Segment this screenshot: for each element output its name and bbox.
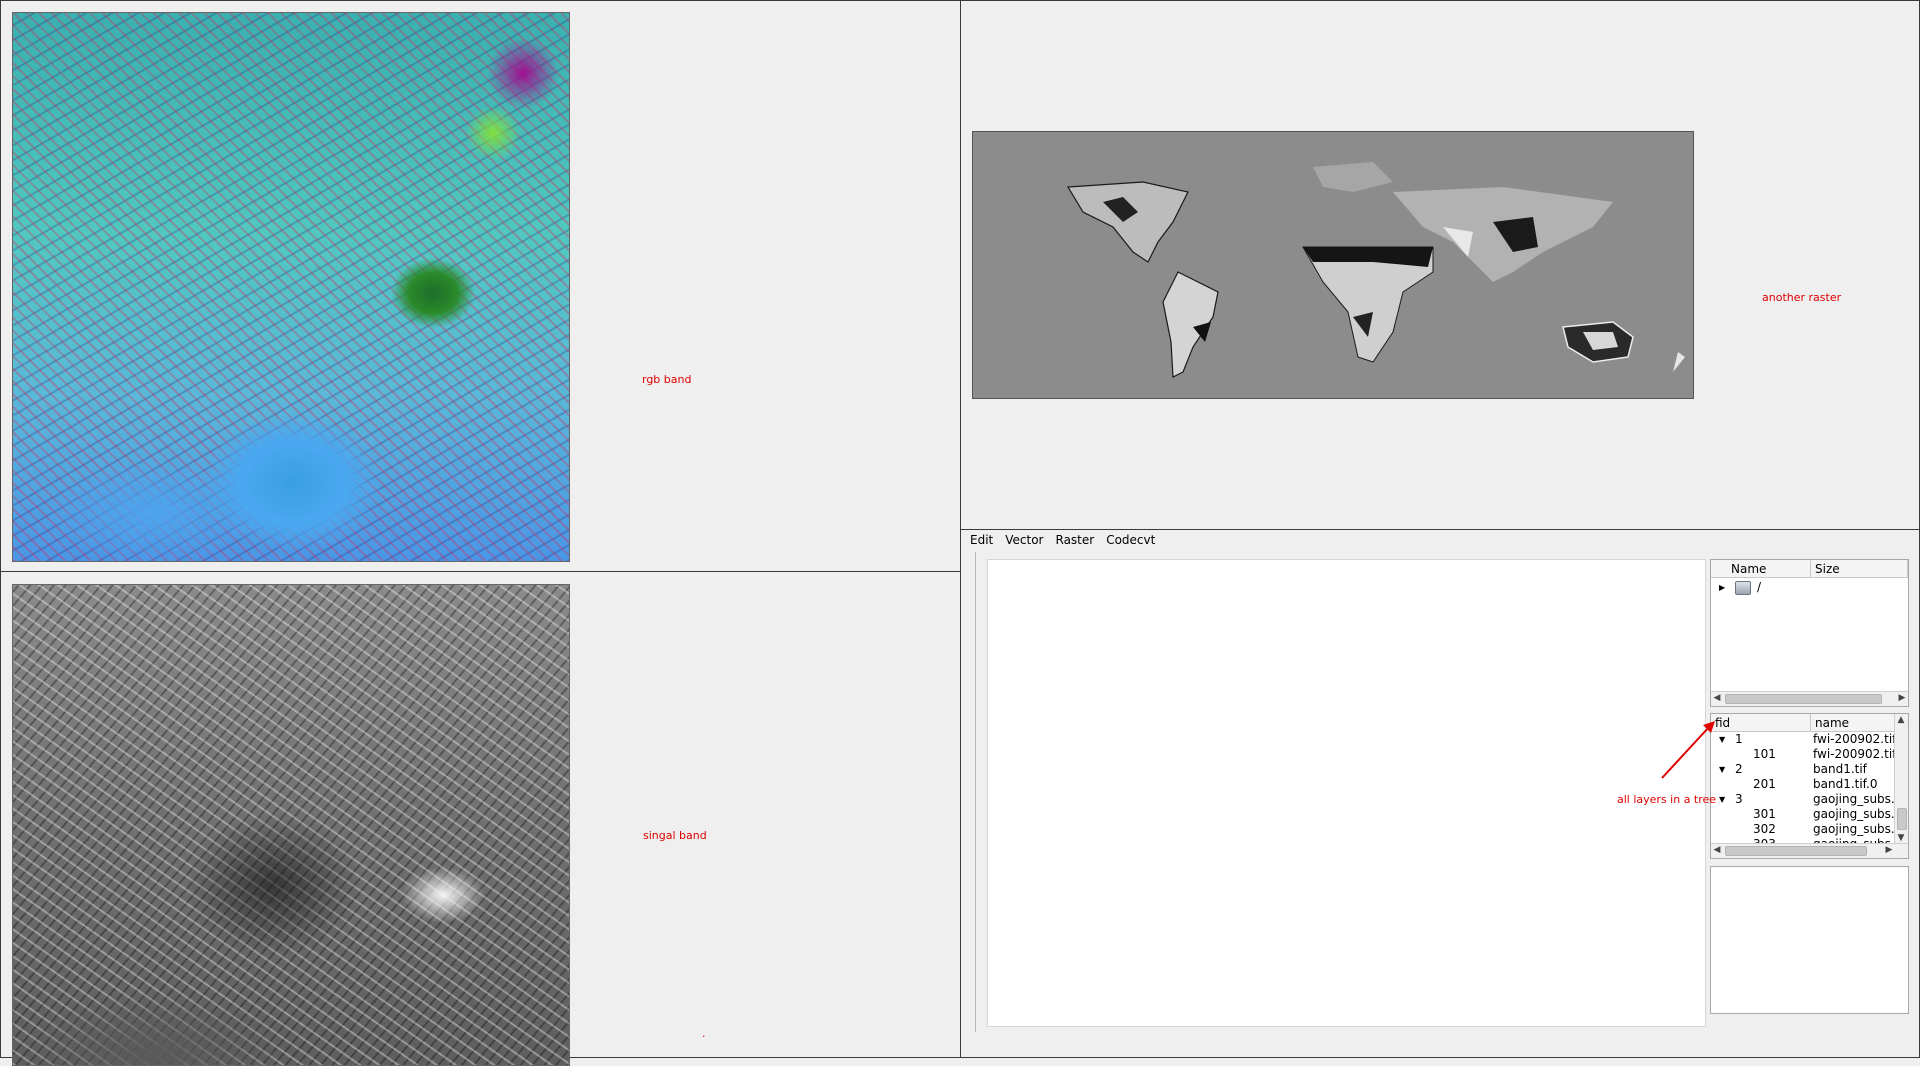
layer-tree-body: ▼ 1 fwi-200902.tif 101 fwi-200902.tif ▼ … [1711,732,1896,845]
file-tree-panel: Name Size ▶ / ◀ ▶ [1710,559,1909,707]
drive-icon [1735,581,1751,595]
layer-tree-vscroll-thumb[interactable] [1897,808,1907,830]
menu-bar: Edit Vector Raster Codecvt [966,531,1163,549]
world-map-svg [1066,162,1685,378]
column-name[interactable]: Name [1711,560,1811,578]
layer-tree-scroll-thumb[interactable] [1725,846,1867,856]
menu-vector[interactable]: Vector [1001,531,1051,549]
column-fid[interactable]: fid [1711,714,1811,732]
layer-tree-annotation: all layers in a tree [1617,793,1717,806]
scroll-left-icon[interactable]: ◀ [1711,844,1723,856]
expand-arrow-icon[interactable]: ▶ [1719,580,1725,595]
rgb-band-annotation: rgb band [642,373,692,386]
layer-tree-header: fid name [1711,714,1896,732]
another-raster-pane: another raster [960,0,1920,530]
file-tree-hscroll[interactable]: ◀ ▶ [1711,691,1908,706]
world-raster-image[interactable] [972,131,1694,399]
scroll-right-icon[interactable]: ▶ [1883,844,1895,856]
toolbar-grip[interactable] [966,552,976,1032]
file-tree-root-row[interactable]: ▶ / [1711,580,1908,595]
collapse-arrow-icon[interactable]: ▼ [1719,792,1725,807]
another-raster-annotation: another raster [1762,291,1842,304]
layer-row[interactable]: 101 fwi-200902.tif [1711,747,1896,762]
layer-row[interactable]: 302 gaojing_subs. [1711,822,1896,837]
layer-tree-panel: fid name ▼ 1 fwi-200902.tif 101 fwi-2009… [1710,713,1909,859]
layer-row[interactable]: ▼ 2 band1.tif [1711,762,1896,777]
column-size[interactable]: Size [1811,560,1908,578]
properties-panel[interactable] [1710,866,1909,1014]
layer-row[interactable]: 201 band1.tif.0 [1711,777,1896,792]
main-canvas[interactable] [987,559,1706,1027]
menu-raster[interactable]: Raster [1052,531,1103,549]
rgb-band-pane: rgb band [0,0,961,572]
menu-codecvt[interactable]: Codecvt [1102,531,1163,549]
menu-edit[interactable]: Edit [966,531,1001,549]
scroll-left-icon[interactable]: ◀ [1711,692,1723,704]
layer-row[interactable]: ▼ 1 fwi-200902.tif [1711,732,1896,747]
scroll-up-icon[interactable]: ▲ [1895,714,1907,726]
layer-tree-vscroll[interactable]: ▲ ▼ [1894,714,1908,844]
layer-row[interactable]: ▼ 3 gaojing_subs. [1711,792,1896,807]
layer-row[interactable]: 301 gaojing_subs. [1711,807,1896,822]
single-band-pane: singal band . [0,571,961,1066]
file-tree-scroll-thumb[interactable] [1725,694,1882,704]
single-band-annotation: singal band [643,829,707,842]
scroll-right-icon[interactable]: ▶ [1896,692,1908,704]
dot-mark: . [702,1027,706,1040]
column-name[interactable]: name [1811,714,1896,732]
file-tree-header: Name Size [1711,560,1908,578]
single-band-image[interactable] [12,584,570,1066]
root-label: / [1757,580,1762,594]
layer-tree-hscroll[interactable]: ◀ ▶ [1711,843,1908,858]
rgb-band-image[interactable] [12,12,570,562]
annotation-arrow-icon [1661,721,1715,779]
